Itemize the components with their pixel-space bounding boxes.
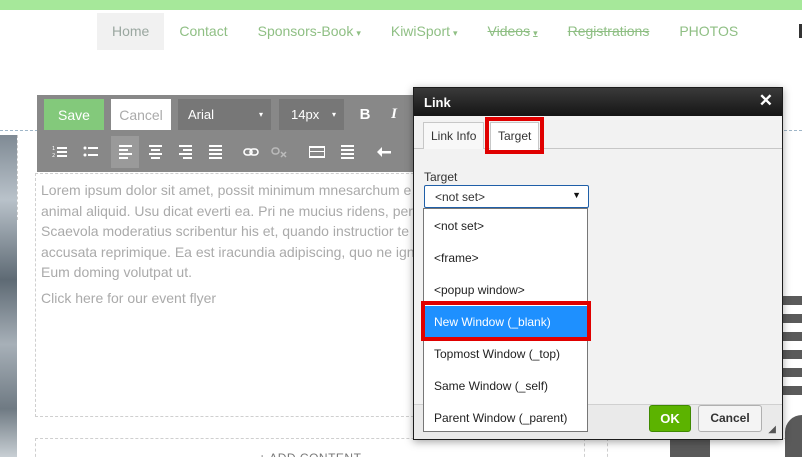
font-size-value: 14px	[291, 107, 320, 122]
graphic-stripe	[783, 332, 802, 341]
dialog-tabs: Link Info Target	[414, 116, 782, 150]
graphic-shape	[785, 415, 802, 457]
chevron-down-icon: ▾	[258, 110, 263, 119]
align-left-icon[interactable]	[111, 136, 139, 168]
font-family-value: Arial	[188, 107, 215, 122]
site-top-band	[0, 0, 802, 10]
horizontal-rule-icon[interactable]	[333, 136, 361, 168]
target-select-value: <not set>	[435, 190, 486, 204]
bullet-list-icon[interactable]	[76, 136, 104, 168]
save-button[interactable]: Save	[44, 99, 104, 130]
nav-item-kiwisport[interactable]: KiwiSport ▾	[376, 13, 473, 50]
chevron-down-icon: ▾	[533, 28, 538, 38]
target-label: Target	[424, 170, 458, 184]
editor-body[interactable]: Lorem ipsum dolor sit amet, possit minim…	[41, 180, 416, 283]
nav-item-registrations[interactable]: Registrations	[553, 13, 665, 50]
nav-item-photos[interactable]: PHOTOS	[664, 13, 753, 50]
dropdown-option-not-set[interactable]: <not set>	[424, 210, 587, 242]
table-icon[interactable]	[303, 136, 331, 168]
tab-link-info[interactable]: Link Info	[423, 122, 485, 149]
nav-item-home[interactable]: Home	[97, 13, 165, 50]
align-center-icon[interactable]	[141, 136, 169, 168]
dropdown-arrow-icon: ▼	[572, 190, 581, 200]
graphic-shape	[670, 438, 710, 457]
bold-button[interactable]: B	[352, 99, 378, 130]
undo-icon[interactable]	[370, 136, 398, 168]
graphic-stripe	[783, 314, 802, 323]
italic-button[interactable]: I	[381, 99, 407, 130]
graphic-stripe	[783, 368, 802, 377]
font-size-select[interactable]: 14px ▾	[279, 99, 344, 130]
editor-line: animal aliquid. Usu dicat everti ea. Pri…	[41, 202, 413, 219]
numbered-list-icon[interactable]: 12	[45, 136, 73, 168]
nav-item-sponsors-book[interactable]: Sponsors-Book ▾	[243, 13, 376, 50]
justify-icon[interactable]	[201, 136, 229, 168]
close-icon[interactable]: ✕	[759, 91, 773, 111]
highlight-new-window-option	[421, 301, 591, 341]
align-right-icon[interactable]	[171, 136, 199, 168]
editor-line: accusata reprimique. Ea est iracundia ad…	[41, 243, 415, 260]
editor-toolbar: Save Cancel Arial ▾ 14px ▾ B I 12	[37, 95, 417, 172]
svg-text:2: 2	[52, 153, 55, 159]
dropdown-option-topmost[interactable]: Topmost Window (_top)	[424, 338, 587, 370]
chevron-down-icon: ▾	[453, 28, 458, 38]
font-family-select[interactable]: Arial ▾	[178, 99, 271, 130]
highlight-target-tab	[485, 117, 544, 154]
cancel-button[interactable]: Cancel	[111, 99, 171, 130]
editor-line: Lorem ipsum dolor sit amet, possit minim…	[41, 182, 412, 198]
background-photo	[0, 135, 17, 457]
nav-item-videos[interactable]: Videos ▾	[473, 13, 553, 50]
chevron-down-icon: ▾	[356, 28, 361, 38]
dialog-cancel-button[interactable]: Cancel	[698, 405, 762, 432]
graphic-stripe	[783, 386, 802, 395]
dialog-title: Link	[424, 95, 451, 110]
graphic-stripe	[783, 350, 802, 359]
dropdown-option-frame[interactable]: <frame>	[424, 242, 587, 274]
svg-text:1: 1	[52, 146, 55, 152]
nav-item-contact[interactable]: Contact	[164, 13, 242, 50]
link-icon[interactable]	[237, 136, 265, 168]
editor-line: Scaevola moderatius scribentur his et, q…	[41, 223, 410, 239]
ok-button[interactable]: OK	[649, 405, 691, 432]
add-content-button[interactable]: + ADD CONTENT	[35, 438, 585, 457]
dropdown-option-same-window[interactable]: Same Window (_self)	[424, 370, 587, 402]
chevron-down-icon: ▾	[331, 110, 336, 119]
editor-line: Eum doming volutpat ut.	[41, 264, 192, 280]
dialog-header: Link ✕	[414, 88, 782, 116]
target-select[interactable]: <not set> ▼	[424, 185, 589, 208]
graphic-stripe	[783, 296, 802, 305]
event-flyer-link[interactable]: Click here for our event flyer	[41, 290, 216, 306]
site-navigation: Home Contact Sponsors-Book ▾ KiwiSport ▾ V…	[97, 13, 753, 50]
dropdown-option-parent-window[interactable]: Parent Window (_parent)	[424, 402, 587, 434]
unlink-icon[interactable]	[265, 136, 293, 168]
resize-handle-icon[interactable]: ◢	[768, 424, 776, 435]
column-divider	[17, 135, 18, 220]
